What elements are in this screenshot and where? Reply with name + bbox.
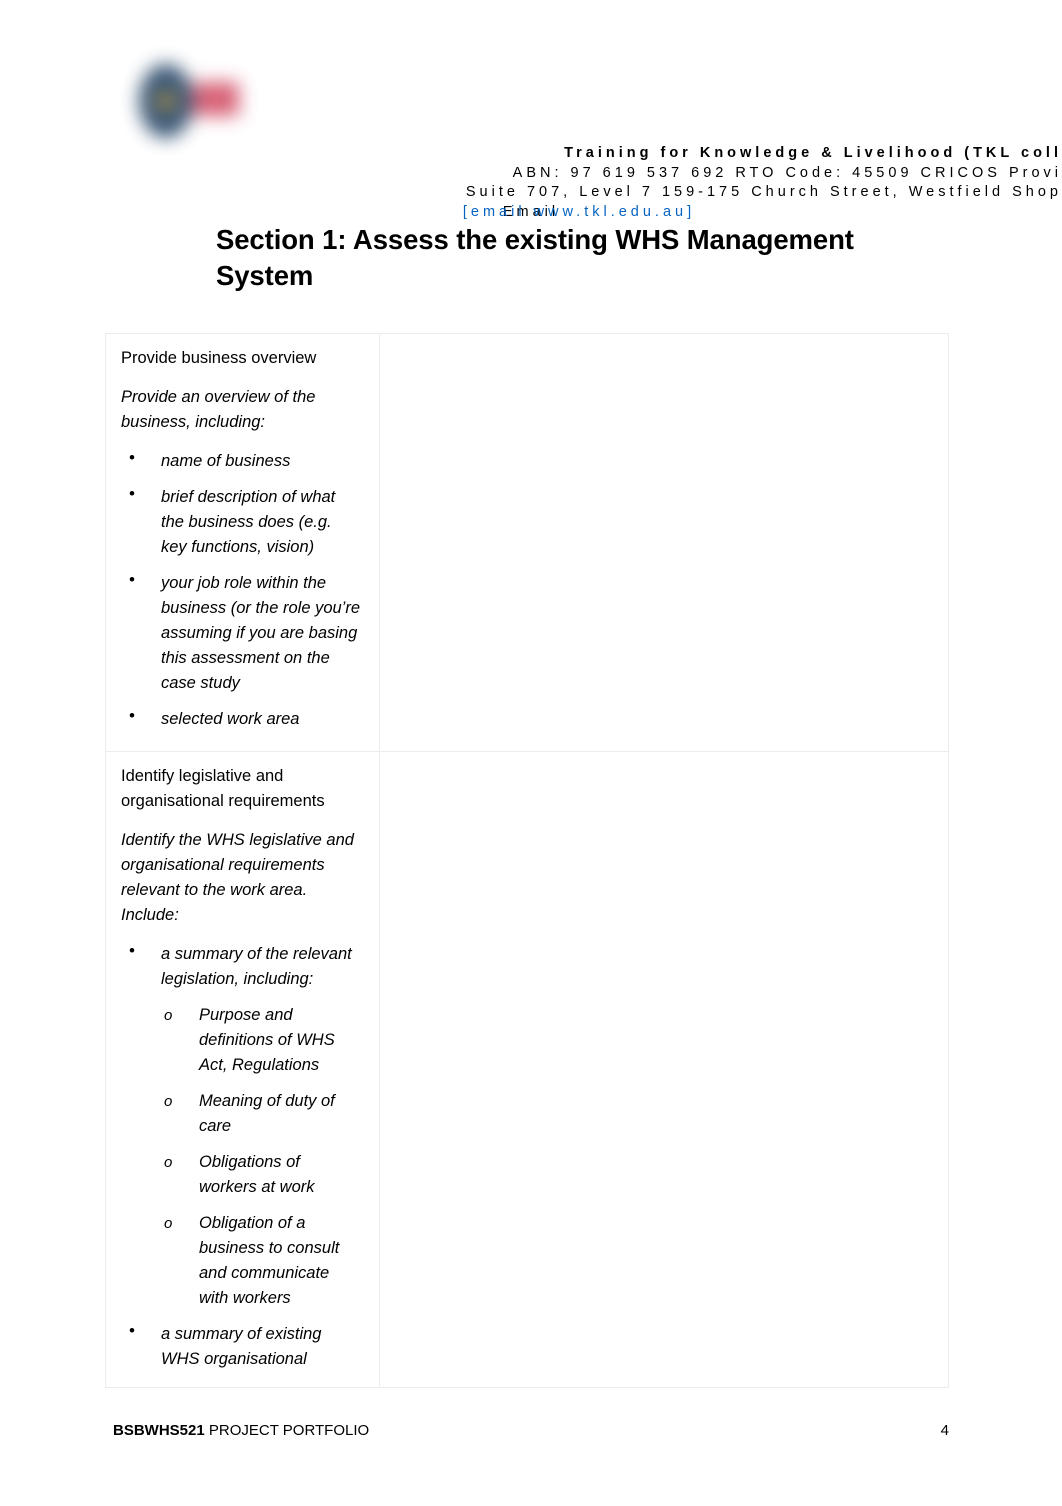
footer-unit-code: BSBWHS521 <box>113 1422 205 1439</box>
sub-list-item: Meaning of duty of care <box>161 1089 361 1139</box>
letterhead-line-org: Training for Knowledge & Livelihood (TKL… <box>0 144 1062 164</box>
table-cell-prompt: Provide business overview Provide an ove… <box>105 333 380 752</box>
email-overlay-layer[interactable]: [email www.tkl.edu.au] <box>48 203 1062 223</box>
table-cell-answer[interactable] <box>379 751 949 1388</box>
portfolio-table: Provide business overview Provide an ove… <box>105 333 949 1388</box>
sub-list-item: Purpose and definitions of WHS Act, Regu… <box>161 1003 361 1078</box>
letterhead-line-email: Email [email www.tkl.edu.au] <box>0 203 1062 223</box>
letterhead-abn-rto: ABN: 97 619 537 692 RTO Code: 45509 CRIC… <box>512 164 1062 181</box>
list-item: brief description of what the business d… <box>121 481 361 560</box>
letterhead-org-name: Training for Knowledge & Livelihood (TKL… <box>564 145 1062 161</box>
footer-document-label: BSBWHS521 PROJECT PORTFOLIO <box>113 1421 369 1441</box>
letterhead-line-address: Suite 707, Level 7 159-175 Church Street… <box>0 183 1062 203</box>
prompt-intro: Provide an overview of the business, inc… <box>121 388 316 431</box>
answer-area[interactable] <box>380 334 948 751</box>
table-cell-prompt: Identify legislative and organisational … <box>105 751 380 1388</box>
email-link[interactable]: [email www.tkl.edu.au] <box>463 204 695 220</box>
page-footer: BSBWHS521 PROJECT PORTFOLIO 4 <box>113 1421 949 1441</box>
list-item: a summary of existing WHS organisational <box>121 1318 361 1372</box>
prompt-bullet-list: a summary of the relevant legislation, i… <box>121 938 361 1372</box>
list-item: a summary of the relevant legislation, i… <box>121 938 361 1311</box>
footer-document-name: PROJECT PORTFOLIO <box>204 1422 370 1439</box>
prompt-sub-bullet-list: Purpose and definitions of WHS Act, Regu… <box>161 1003 361 1311</box>
table-row: Provide business overview Provide an ove… <box>105 333 949 752</box>
letterhead: Training for Knowledge & Livelihood (TKL… <box>0 0 1062 230</box>
sub-list-item: Obligations of workers at work <box>161 1150 361 1200</box>
page-title: Section 1: Assess the existing WHS Manag… <box>216 224 854 291</box>
answer-area[interactable] <box>380 752 948 1387</box>
document-page: Training for Knowledge & Livelihood (TKL… <box>0 0 1062 1506</box>
prompt-intro: Identify the WHS legislative and organis… <box>121 831 354 924</box>
footer-page-number: 4 <box>940 1422 949 1439</box>
list-item: your job role within the business (or th… <box>121 567 361 696</box>
letterhead-line-abn: ABN: 97 619 537 692 RTO Code: 45509 CRIC… <box>0 164 1062 184</box>
letterhead-text-block: Training for Knowledge & Livelihood (TKL… <box>0 144 1062 223</box>
prompt-bullet-list: name of business brief description of wh… <box>121 445 361 732</box>
prompt-heading: Identify legislative and organisational … <box>121 767 325 810</box>
letterhead-address: Suite 707, Level 7 159-175 Church Street… <box>465 184 1062 200</box>
logo-bar-shape <box>193 82 239 116</box>
table-cell-answer[interactable] <box>379 333 949 752</box>
list-item: selected work area <box>121 703 361 732</box>
logo-core-shape <box>155 90 177 112</box>
table-row: Identify legislative and organisational … <box>105 751 949 1388</box>
prompt-heading: Provide business overview <box>121 349 317 367</box>
list-item-label: a summary of the relevant legislation, i… <box>161 945 352 988</box>
sub-list-item: Obligation of a business to consult and … <box>161 1211 361 1311</box>
list-item: name of business <box>121 445 361 474</box>
